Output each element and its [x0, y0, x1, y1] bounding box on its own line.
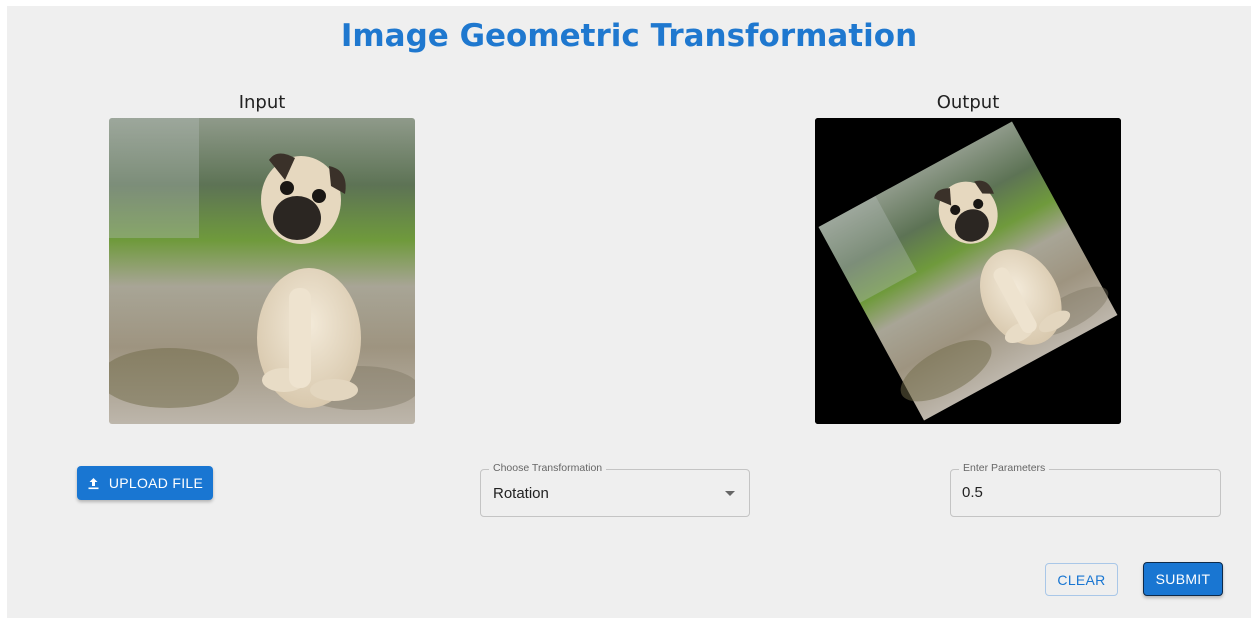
output-label: Output — [936, 92, 1000, 113]
output-image — [815, 118, 1121, 424]
chevron-down-icon — [725, 491, 735, 496]
transformation-selected-value: Rotation — [493, 485, 549, 502]
input-label: Input — [238, 92, 286, 113]
parameters-field: Enter Parameters — [950, 462, 1221, 517]
transformation-select[interactable]: Choose Transformation Rotation — [480, 462, 750, 517]
parameters-input[interactable] — [962, 484, 1202, 501]
upload-icon — [87, 477, 100, 490]
submit-button[interactable]: SUBMIT — [1143, 562, 1223, 596]
clear-button[interactable]: CLEAR — [1045, 563, 1118, 596]
input-image — [109, 118, 415, 424]
transformation-legend: Choose Transformation — [489, 462, 607, 474]
upload-file-label: UPLOAD FILE — [108, 475, 204, 491]
page-title: Image Geometric Transformation — [340, 18, 918, 54]
parameters-legend: Enter Parameters — [959, 462, 1050, 474]
app-container: Image Geometric Transformation Input Out… — [7, 6, 1251, 618]
upload-file-button[interactable]: UPLOAD FILE — [77, 466, 213, 500]
